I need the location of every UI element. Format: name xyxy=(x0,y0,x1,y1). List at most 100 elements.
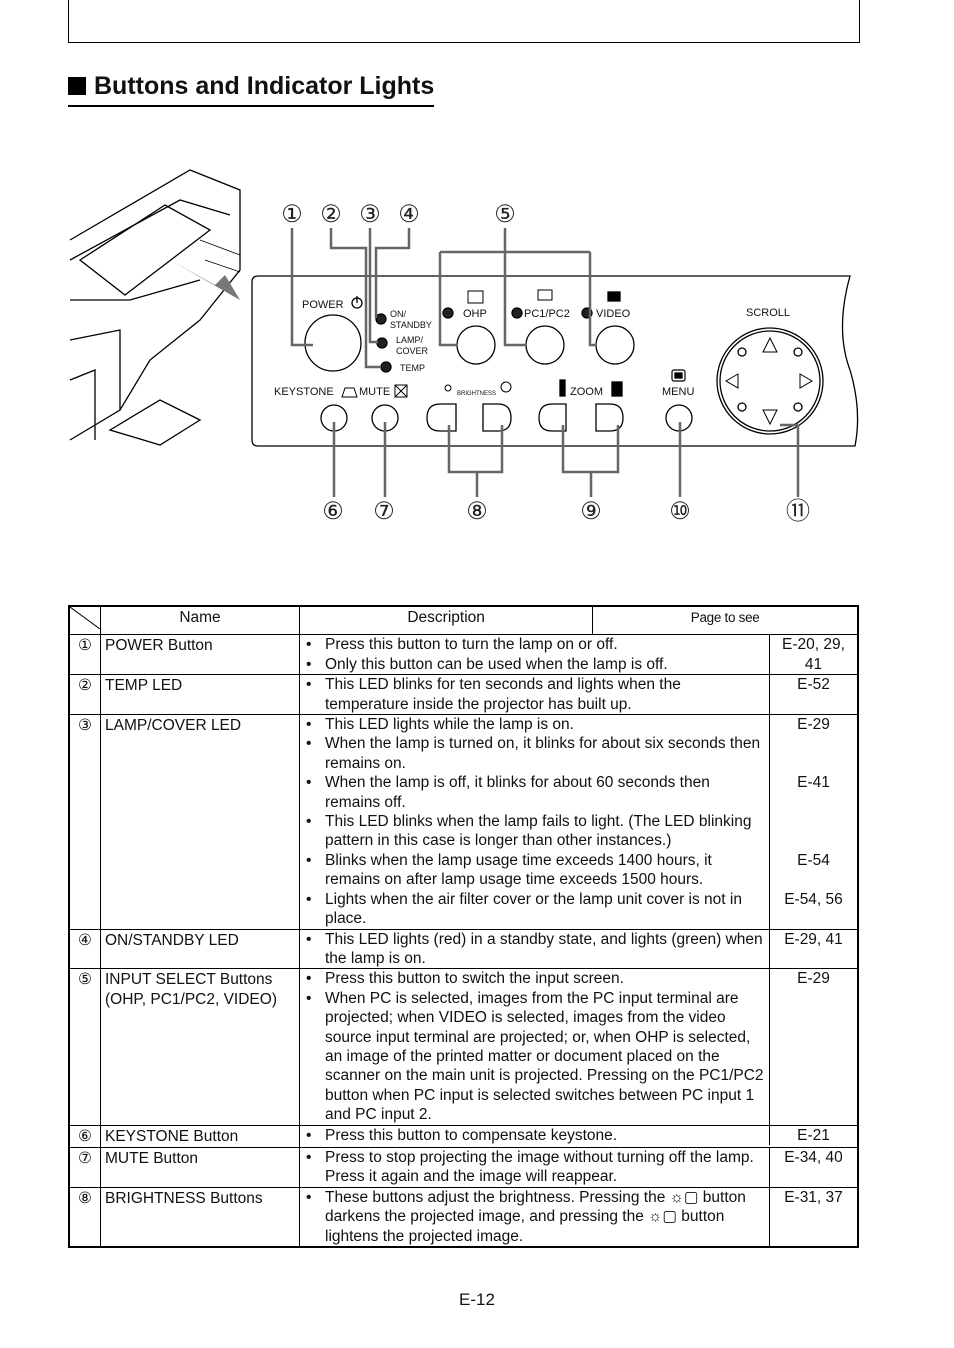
bullet: • xyxy=(306,851,312,869)
bullet: • xyxy=(306,890,312,908)
power-label: POWER xyxy=(302,299,344,311)
row-number: ① xyxy=(68,634,101,676)
description-item: Press this button to turn the lamp on or… xyxy=(325,636,618,654)
callout-3: ③ xyxy=(359,201,381,228)
brightness-low-icon xyxy=(444,384,452,392)
callout-5: ⑤ xyxy=(494,201,516,228)
row-name: INPUT SELECT Buttons (OHP, PC1/PC2, VIDEO… xyxy=(100,968,300,1126)
video-camera-icon xyxy=(607,291,621,302)
row-name: BRIGHTNESS Buttons xyxy=(100,1186,300,1248)
name-line: POWER Button xyxy=(105,637,213,655)
keystone-icon xyxy=(341,387,358,398)
row-number: ② xyxy=(68,674,101,716)
name-line: (OHP, PC1/PC2, VIDEO) xyxy=(105,990,277,1008)
buttons-table: Name Description Page to see ① POWER Butt… xyxy=(68,605,859,1248)
brightness-down-button xyxy=(426,403,457,432)
table-row: ④ ON/STANDBY LED • This LED lights (red) in… xyxy=(68,928,859,970)
page-reference xyxy=(769,812,857,851)
page-reference: E-41 xyxy=(769,773,857,813)
menu-label: MENU xyxy=(662,386,694,398)
scroll-pad[interactable] xyxy=(716,327,824,435)
video-label: VIDEO xyxy=(596,308,631,320)
description-item: These buttons adjust the brightness. Pre… xyxy=(325,1188,746,1245)
temp-led xyxy=(380,361,392,373)
row-name: LAMP/COVER LED xyxy=(100,714,300,930)
brightness-high-icon xyxy=(500,381,512,393)
table-row: ⑦ MUTE Button • Press to stop projecting th… xyxy=(68,1146,859,1188)
page-reference: E-29 xyxy=(769,969,857,989)
table-row: ⑧ BRIGHTNESS Buttons • These buttons adjust… xyxy=(68,1186,859,1248)
control-panel-diagram: POWER ON/ STANDBY LAMP/ COVER TEMP OHP P… xyxy=(69,169,859,525)
row-name: POWER Button xyxy=(100,634,300,676)
page-reference: 41 xyxy=(769,654,857,675)
bullet: • xyxy=(306,636,312,654)
row-number: ⑧ xyxy=(68,1186,101,1248)
name-line: MUTE Button xyxy=(105,1149,199,1167)
page-reference: E-20, 29, xyxy=(769,635,857,655)
description-item: When the lamp is off, it blinks for abou… xyxy=(325,774,710,811)
projector-illustration xyxy=(69,169,241,446)
bullet: • xyxy=(306,989,312,1007)
bullet: • xyxy=(306,1126,312,1144)
bullet: • xyxy=(306,735,312,753)
row-description: • This LED lights while the lamp is on. E-… xyxy=(299,714,859,930)
row-number: ⑦ xyxy=(68,1146,101,1188)
callout-10: ⑩ xyxy=(669,498,691,525)
page-reference: E-52 xyxy=(769,675,857,715)
name-line: BRIGHTNESS Buttons xyxy=(105,1189,263,1207)
description-item: Press this button to switch the input sc… xyxy=(325,970,624,988)
row-description: • Press this button to turn the lamp on o… xyxy=(299,634,859,676)
description-item: This LED blinks when the lamp fails to l… xyxy=(325,813,752,850)
brightness-up-button xyxy=(482,403,512,432)
callout-8: ⑧ xyxy=(466,498,488,525)
row-description: • These buttons adjust the brightness. Pr… xyxy=(299,1186,859,1248)
callout-1: ① xyxy=(281,201,303,228)
name-line: KEYSTONE Button xyxy=(105,1127,239,1145)
pc-label: PC1/PC2 xyxy=(524,308,570,320)
keystone-label: KEYSTONE xyxy=(274,386,334,398)
callout-2: ② xyxy=(320,201,342,228)
header-name: Name xyxy=(100,605,300,636)
description-item: Only this button can be used when the la… xyxy=(325,655,668,673)
row-description: • This LED blinks for ten seconds and lig… xyxy=(299,674,859,716)
row-number: ⑤ xyxy=(68,968,101,1126)
callout-9: ⑨ xyxy=(580,498,602,525)
row-description: • Press this button to switch the input s… xyxy=(299,968,859,1126)
zoom-label: ZOOM xyxy=(570,386,603,398)
on-standby-led xyxy=(375,313,387,325)
callout-11: ⑪ xyxy=(786,498,810,525)
callout-6: ⑥ xyxy=(322,498,344,525)
page-reference: E-29, 41 xyxy=(769,929,857,969)
bullet: • xyxy=(306,813,312,831)
row-number: ③ xyxy=(68,714,101,930)
callout-7: ⑦ xyxy=(373,498,395,525)
bullet: • xyxy=(306,1188,312,1206)
page-reference: E-54 xyxy=(769,850,857,890)
name-line: TEMP LED xyxy=(105,677,183,695)
mute-label: MUTE xyxy=(359,386,390,398)
bullet: • xyxy=(306,930,312,948)
temp-label: TEMP xyxy=(400,363,425,373)
name-line: LAMP/COVER LED xyxy=(105,717,242,735)
bullet: • xyxy=(306,655,312,673)
page-number: E-12 xyxy=(459,1290,495,1309)
page-reference: E-31, 37 xyxy=(769,1187,857,1246)
zoom-large-person-icon xyxy=(611,381,623,397)
ohp-button[interactable] xyxy=(456,325,496,365)
video-button[interactable] xyxy=(595,325,635,365)
header-page: Page to see xyxy=(592,605,859,636)
cover-label: COVER xyxy=(396,346,429,356)
page-reference xyxy=(769,734,857,774)
description-item: When PC is selected, images from the PC … xyxy=(325,989,764,1124)
header-description: Description xyxy=(298,605,594,636)
name-line: ON/STANDBY LED xyxy=(105,931,239,949)
row-description: • Press to stop projecting the image with… xyxy=(299,1146,859,1188)
power-button[interactable] xyxy=(304,314,362,372)
name-line: INPUT SELECT Buttons xyxy=(105,971,273,989)
description-item: Press to stop projecting the image witho… xyxy=(325,1148,754,1186)
bullet: • xyxy=(306,970,312,988)
standby-label: STANDBY xyxy=(390,320,432,330)
pc-button[interactable] xyxy=(525,325,565,365)
row-number: ④ xyxy=(68,928,101,970)
ohp-led xyxy=(442,307,454,319)
